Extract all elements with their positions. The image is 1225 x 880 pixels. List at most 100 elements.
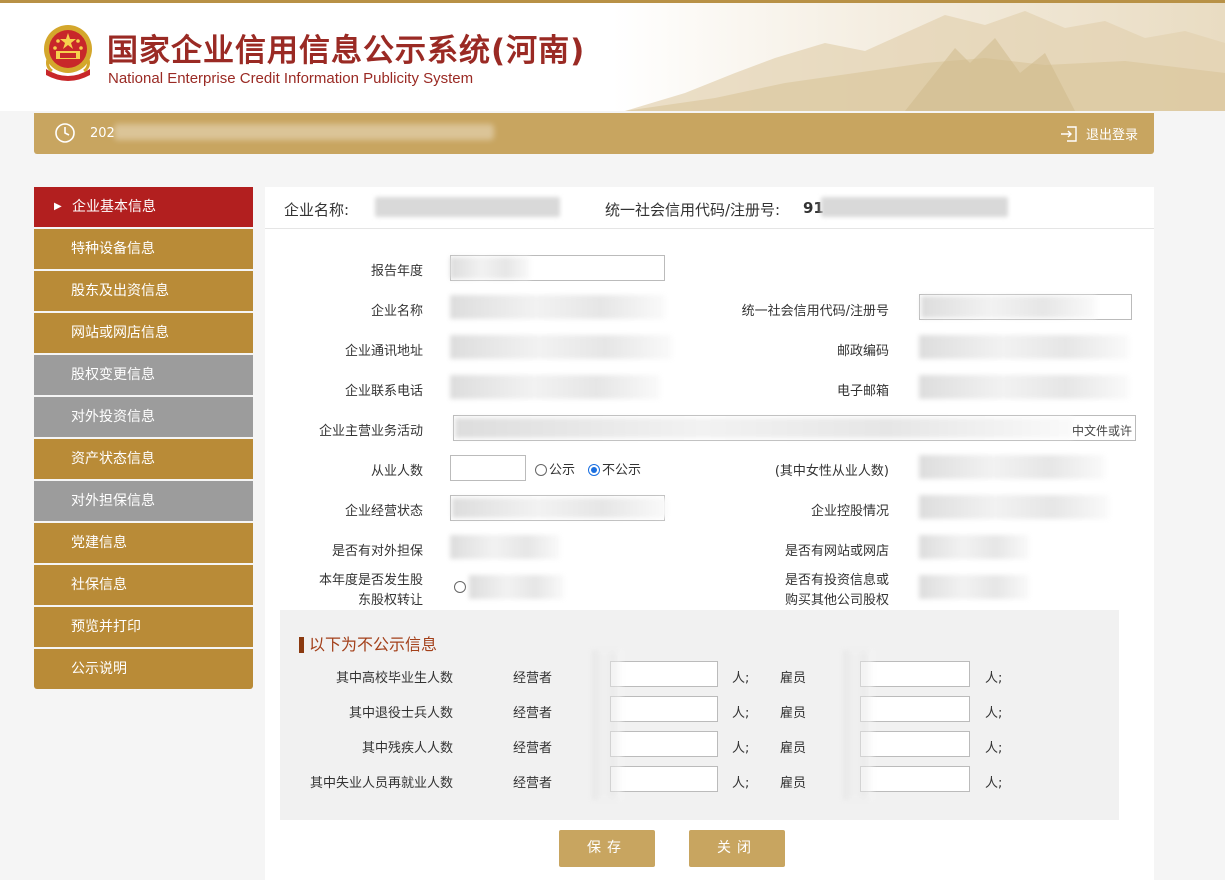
sidebar: ▶ 企业基本信息 特种设备信息 股东及出资信息 网站或网店信息 股权变更信息 对外… [34, 187, 253, 691]
clock-icon [55, 123, 75, 143]
close-button[interactable]: 关闭 [689, 830, 785, 867]
sidebar-item-basic-info[interactable]: ▶ 企业基本信息 [34, 187, 253, 227]
sidebar-item-label: 党建信息 [71, 535, 127, 551]
employee-label: 雇员 [780, 741, 807, 756]
sidebar-item-label: 企业基本信息 [72, 199, 156, 215]
sidebar-item-preview-print[interactable]: 预览并打印 [34, 607, 253, 647]
national-emblem-icon [44, 25, 92, 81]
unit-label: 人; [732, 741, 750, 756]
arrow-right-icon: ▶ [54, 201, 62, 212]
operator-label: 经营者 [513, 671, 553, 686]
sidebar-item-label: 特种设备信息 [71, 241, 155, 257]
female-employees-field[interactable] [919, 455, 1105, 479]
radio-label: 公示 [549, 463, 576, 478]
graduates-label: 其中高校毕业生人数 [335, 671, 453, 686]
postcode-label: 邮政编码 [836, 344, 889, 359]
redacted-value [469, 575, 564, 599]
unit-label: 人; [985, 671, 1003, 686]
redacted-credit-code [821, 197, 1008, 217]
sidebar-item-label: 资产状态信息 [71, 451, 155, 467]
save-button[interactable]: 保存 [559, 830, 655, 867]
investment-label: 是否有投资信息或 购买其他公司股权 [785, 571, 889, 611]
employee-label: 雇员 [780, 706, 807, 721]
private-info-section: 以下为不公示信息 其中高校毕业生人数 经营者 人; 雇员 人; 其中退役士兵人数… [280, 610, 1119, 820]
site-title: 国家企业信用信息公示系统(河南) [107, 33, 586, 69]
holding-field[interactable] [919, 495, 1109, 519]
sidebar-item-website[interactable]: 网站或网店信息 [34, 313, 253, 353]
redacted-column [843, 650, 873, 800]
employees-public-radio[interactable]: 公示 [535, 459, 575, 478]
equity-transfer-label-line2: 东股权转让 [357, 593, 423, 608]
employees-field[interactable] [450, 455, 526, 481]
graduates-employee-field[interactable] [860, 661, 970, 687]
redacted-value [921, 296, 1096, 318]
reemployed-label: 其中失业人员再就业人数 [309, 776, 453, 791]
info-bar: 202 退出登录 [34, 113, 1154, 154]
website-radio-group[interactable] [919, 535, 1029, 559]
disabled-employee-field[interactable] [860, 731, 970, 757]
enterprise-name-row-label: 企业名称 [370, 304, 423, 319]
reemployed-operator-field[interactable] [610, 766, 718, 792]
enterprise-name-label: 企业名称: [284, 201, 350, 219]
redacted-value [455, 418, 1073, 438]
phone-label: 企业联系电话 [344, 384, 423, 399]
employee-label: 雇员 [780, 671, 807, 686]
sidebar-item-guarantee[interactable]: 对外担保信息 [34, 481, 253, 521]
female-employees-label: (其中女性从业人数) [774, 464, 889, 479]
sidebar-item-label: 股权变更信息 [71, 367, 155, 383]
equity-transfer-label-line1: 本年度是否发生股 [318, 573, 423, 588]
disabled-persons-label: 其中残疾人人数 [361, 741, 453, 756]
logout-icon [1060, 125, 1077, 142]
sidebar-item-label: 社保信息 [71, 577, 127, 593]
veterans-label: 其中退役士兵人数 [348, 706, 453, 721]
guarantee-label: 是否有对外担保 [331, 544, 423, 559]
sidebar-item-party[interactable]: 党建信息 [34, 523, 253, 563]
website-label: 是否有网站或网店 [784, 544, 889, 559]
sidebar-item-social-security[interactable]: 社保信息 [34, 565, 253, 605]
investment-radio-group[interactable] [919, 575, 1029, 599]
sidebar-item-notice[interactable]: 公示说明 [34, 649, 253, 689]
sidebar-item-equity-change[interactable]: 股权变更信息 [34, 355, 253, 395]
guarantee-radio-group[interactable] [450, 535, 560, 559]
redacted-value [450, 257, 530, 279]
sidebar-item-assets[interactable]: 资产状态信息 [34, 439, 253, 479]
email-label: 电子邮箱 [836, 384, 889, 399]
radio-icon [535, 464, 547, 476]
mountain-decoration [625, 11, 1225, 111]
disabled-operator-field[interactable] [610, 731, 718, 757]
veterans-operator-field[interactable] [610, 696, 718, 722]
postcode-field[interactable] [919, 335, 1129, 359]
employees-private-radio[interactable]: 不公示 [588, 459, 641, 478]
phone-field[interactable] [450, 375, 660, 399]
site-header: 国家企业信用信息公示系统(河南) National Enterprise Cre… [0, 3, 1225, 111]
enterprise-header: 企业名称: 统一社会信用代码/注册号: 91 [265, 187, 1154, 229]
sidebar-item-shareholders[interactable]: 股东及出资信息 [34, 271, 253, 311]
site-subtitle: National Enterprise Credit Information P… [108, 70, 474, 87]
employee-label: 雇员 [780, 776, 807, 791]
radio-label: 不公示 [602, 463, 642, 478]
email-field[interactable] [919, 375, 1129, 399]
credit-code-row-label: 统一社会信用代码/注册号 [741, 304, 889, 319]
logout-label: 退出登录 [1085, 128, 1138, 143]
title-marker [299, 637, 304, 653]
sidebar-item-label: 预览并打印 [71, 619, 141, 635]
address-field[interactable] [450, 335, 672, 359]
sidebar-item-investment[interactable]: 对外投资信息 [34, 397, 253, 437]
unit-label: 人; [985, 706, 1003, 721]
reemployed-employee-field[interactable] [860, 766, 970, 792]
private-section-title-text: 以下为不公示信息 [309, 635, 438, 654]
graduates-operator-field[interactable] [610, 661, 718, 687]
equity-transfer-radio[interactable] [454, 580, 468, 595]
sidebar-item-special-equipment[interactable]: 特种设备信息 [34, 229, 253, 269]
unit-label: 人; [985, 776, 1003, 791]
sidebar-item-label: 股东及出资信息 [71, 283, 169, 299]
unit-label: 人; [985, 741, 1003, 756]
equity-transfer-label: 本年度是否发生股东股权转让 [319, 571, 423, 611]
enterprise-name-field[interactable] [450, 295, 665, 319]
address-label: 企业通讯地址 [344, 344, 423, 359]
main-panel: 企业名称: 统一社会信用代码/注册号: 91 报告年度 企业名称 统一社会信用代… [265, 187, 1154, 880]
redacted-column [592, 650, 622, 800]
employees-label: 从业人数 [370, 464, 423, 479]
logout-button[interactable]: 退出登录 [1060, 124, 1138, 143]
veterans-employee-field[interactable] [860, 696, 970, 722]
